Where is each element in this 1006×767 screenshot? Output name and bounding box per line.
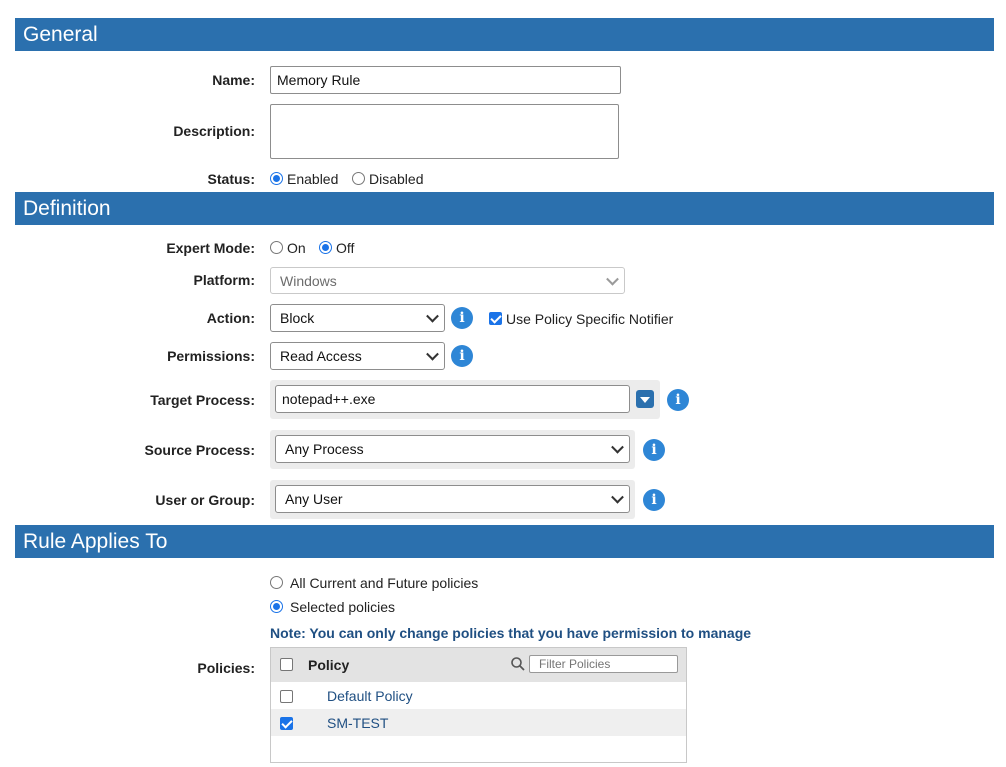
- platform-select[interactable]: Windows: [270, 267, 625, 294]
- source-process-label: Source Process:: [144, 442, 256, 458]
- expert-mode-on-radio[interactable]: [270, 241, 283, 254]
- status-disabled-radio[interactable]: [352, 172, 365, 185]
- use-policy-notifier-label: Use Policy Specific Notifier: [506, 311, 674, 327]
- section-header-rule-applies-to: Rule Applies To: [15, 525, 994, 558]
- use-policy-notifier-checkbox[interactable]: [489, 312, 502, 325]
- chevron-down-icon: [426, 309, 439, 323]
- user-group-value: Any User: [285, 491, 343, 507]
- default-policy-link[interactable]: Default Policy: [327, 688, 413, 704]
- permissions-value: Read Access: [280, 348, 362, 364]
- platform-value: Windows: [280, 272, 337, 289]
- expert-mode-off-label: Off: [336, 240, 355, 256]
- status-label: Status:: [207, 171, 255, 187]
- user-group-select[interactable]: Any User: [275, 485, 630, 513]
- target-process-info-icon[interactable]: i: [667, 389, 689, 411]
- source-process-select[interactable]: Any Process: [275, 435, 630, 463]
- chevron-down-icon: [611, 440, 624, 454]
- name-label: Name:: [212, 72, 255, 88]
- selected-policies-label: Selected policies: [290, 599, 396, 615]
- action-value: Block: [280, 310, 315, 326]
- status-enabled-label: Enabled: [287, 171, 339, 187]
- policy-column-header[interactable]: Policy: [308, 657, 349, 673]
- policies-table: Policy Default Policy SM-TEST: [270, 647, 687, 763]
- sm-test-link[interactable]: SM-TEST: [327, 715, 388, 731]
- name-input[interactable]: [270, 66, 621, 94]
- chevron-down-icon: [426, 347, 439, 361]
- policies-table-header: Policy: [271, 648, 686, 682]
- sm-test-checkbox[interactable]: [280, 717, 293, 730]
- chevron-down-icon: [611, 490, 624, 504]
- selected-policies-radio[interactable]: [270, 600, 283, 613]
- expert-mode-off-radio[interactable]: [319, 241, 332, 254]
- source-process-value: Any Process: [285, 441, 364, 457]
- dropdown-arrow-icon: [640, 397, 650, 403]
- target-process-input[interactable]: [275, 385, 630, 413]
- expert-mode-on-label: On: [287, 240, 306, 256]
- status-enabled-radio[interactable]: [270, 172, 283, 185]
- platform-label: Platform:: [193, 272, 255, 288]
- section-header-general: General: [15, 18, 994, 51]
- action-label: Action:: [206, 310, 255, 326]
- permissions-info-icon[interactable]: i: [451, 345, 473, 367]
- target-process-dropdown-button[interactable]: [636, 390, 654, 408]
- expert-mode-label: Expert Mode:: [166, 240, 255, 256]
- search-icon: [511, 657, 525, 671]
- policies-label: Policies:: [197, 660, 255, 676]
- default-policy-checkbox[interactable]: [280, 690, 293, 703]
- all-policies-label: All Current and Future policies: [290, 575, 479, 591]
- all-policies-radio[interactable]: [270, 576, 283, 589]
- select-all-checkbox[interactable]: [280, 658, 293, 671]
- description-textarea[interactable]: [270, 104, 619, 159]
- user-group-info-icon[interactable]: i: [643, 489, 665, 511]
- chevron-down-icon: [606, 272, 619, 286]
- permissions-select[interactable]: Read Access: [270, 342, 445, 370]
- status-disabled-label: Disabled: [369, 171, 424, 187]
- user-group-label: User or Group:: [155, 492, 255, 508]
- target-process-label: Target Process:: [150, 392, 255, 408]
- action-select[interactable]: Block: [270, 304, 445, 332]
- table-row[interactable]: Default Policy: [271, 682, 686, 709]
- filter-policies-input[interactable]: [529, 655, 678, 673]
- source-process-info-icon[interactable]: i: [643, 439, 665, 461]
- table-row[interactable]: SM-TEST: [271, 709, 686, 736]
- section-header-definition: Definition: [15, 192, 994, 225]
- permissions-label: Permissions:: [167, 348, 255, 364]
- permission-note: Note: You can only change policies that …: [270, 625, 752, 641]
- action-info-icon[interactable]: i: [451, 307, 473, 329]
- description-label: Description:: [173, 123, 255, 139]
